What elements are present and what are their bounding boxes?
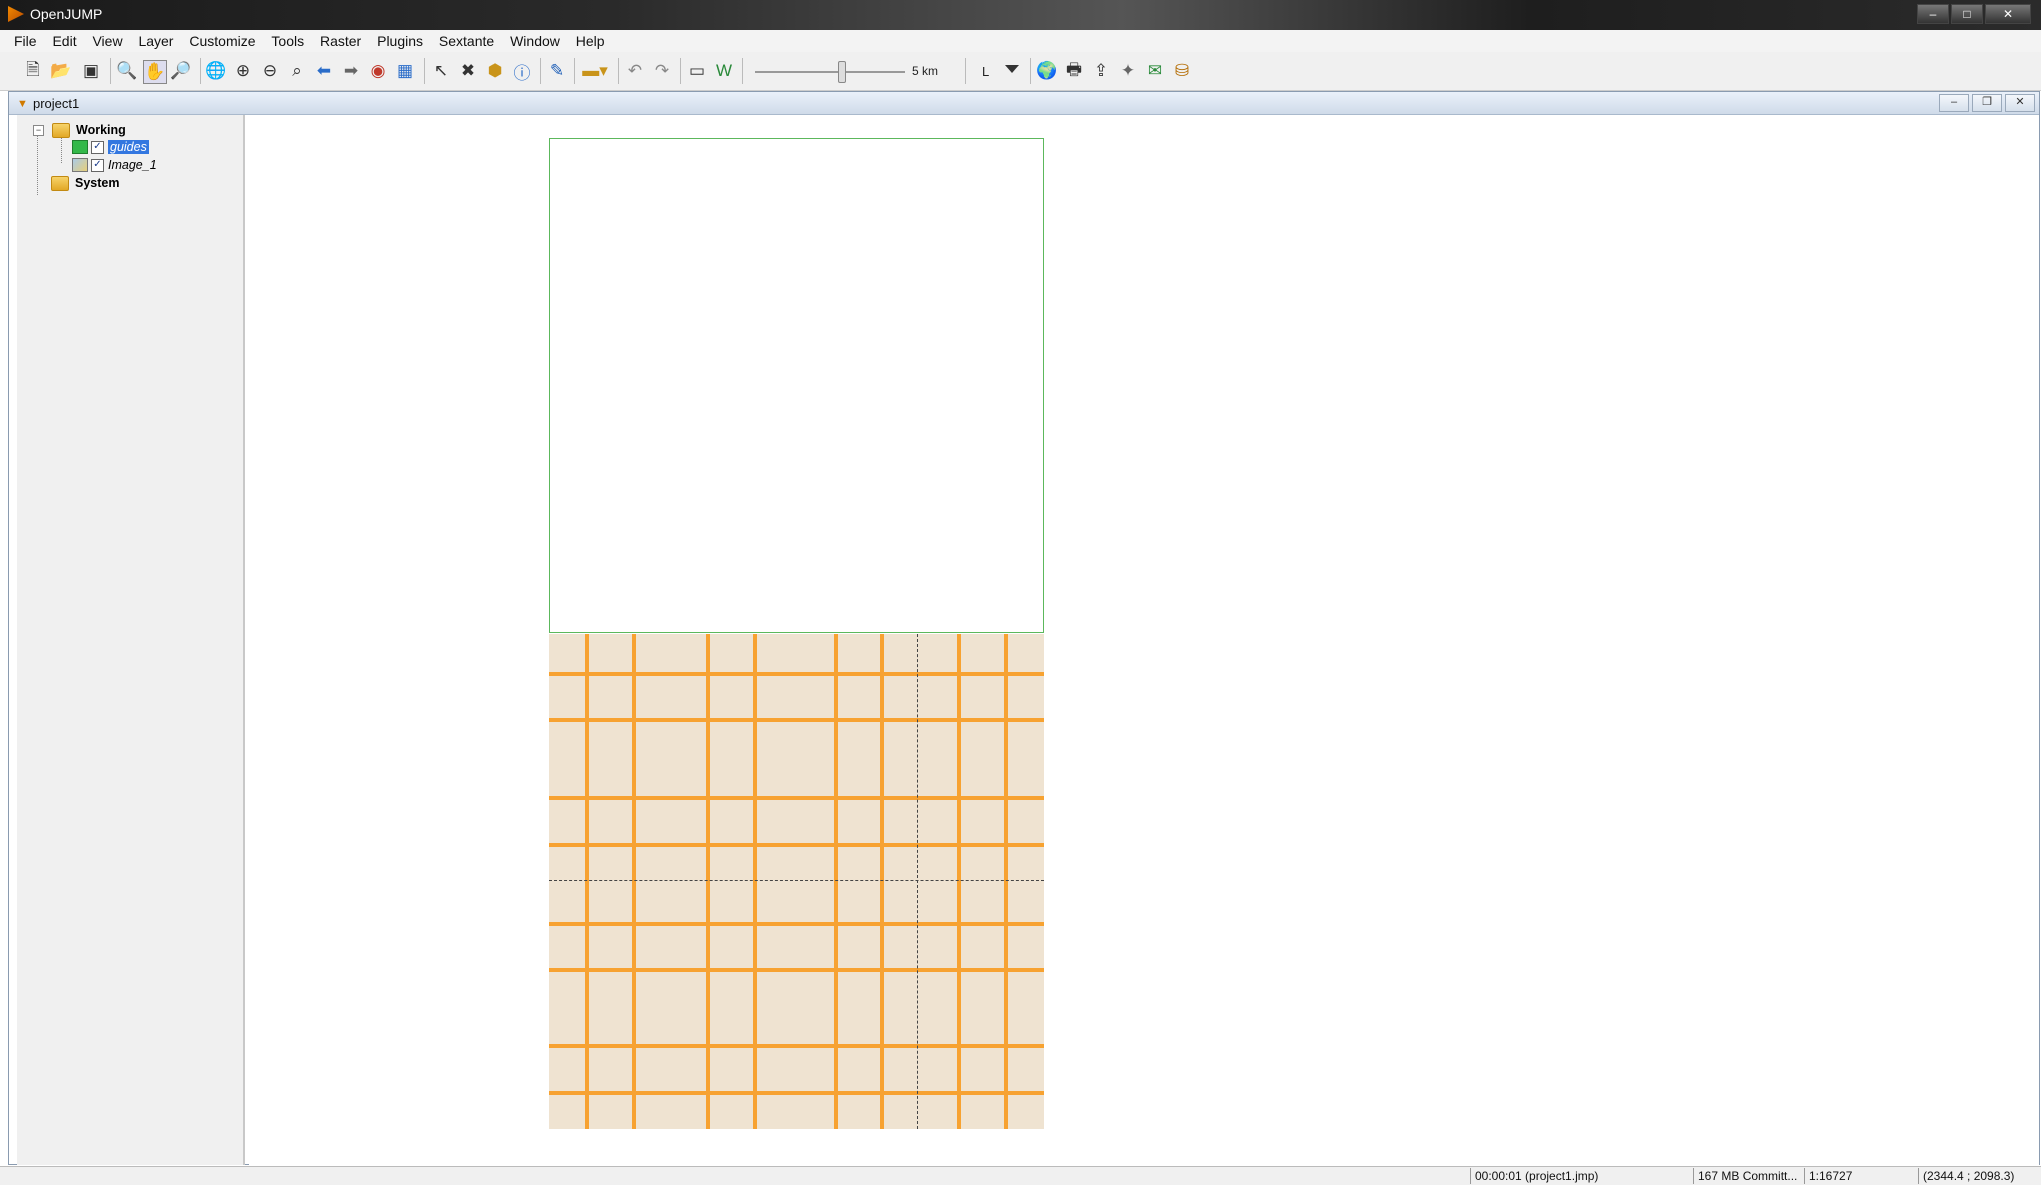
edit-icon[interactable]: ✎ bbox=[546, 60, 568, 82]
openjump-logo-icon bbox=[8, 6, 24, 22]
tree-category-working[interactable]: − Working bbox=[33, 121, 126, 139]
frame-minimize-button[interactable]: – bbox=[1939, 94, 1969, 112]
status-time: 00:00:01 (project1.jmp) bbox=[1470, 1168, 1693, 1184]
tree-layer-guides[interactable]: ✓ guides bbox=[72, 138, 149, 156]
redo-icon[interactable]: ↷ bbox=[651, 60, 673, 82]
feature-box-icon[interactable]: ⬢ bbox=[484, 60, 506, 82]
image-layer-icon bbox=[72, 158, 88, 172]
minimize-button[interactable]: – bbox=[1917, 4, 1949, 24]
layer-label: guides bbox=[108, 140, 149, 154]
window-title: OpenJUMP bbox=[30, 6, 103, 22]
undo-icon[interactable]: ↶ bbox=[624, 60, 646, 82]
fence-icon[interactable]: ▭ bbox=[686, 60, 708, 82]
export-icon[interactable]: ⇪ bbox=[1090, 60, 1112, 82]
menu-view[interactable]: View bbox=[86, 33, 128, 49]
status-scale: 1:16727 bbox=[1804, 1168, 1919, 1184]
folder-open-icon bbox=[52, 122, 70, 138]
image-layer-raster[interactable] bbox=[549, 634, 1044, 1129]
zoom-in-icon[interactable]: ⊕ bbox=[232, 60, 254, 82]
menu-layer[interactable]: Layer bbox=[132, 33, 179, 49]
scale-slider-track bbox=[755, 71, 905, 73]
guides-feature-box[interactable] bbox=[549, 138, 1044, 633]
database-icon[interactable]: ⛁ bbox=[1171, 60, 1193, 82]
menu-sextante[interactable]: Sextante bbox=[433, 33, 500, 49]
menu-help[interactable]: Help bbox=[570, 33, 611, 49]
zoom-prev-icon[interactable]: ⌕ bbox=[286, 60, 308, 82]
status-memory: 167 MB Committ... bbox=[1693, 1168, 1803, 1184]
save-icon[interactable]: ▣ bbox=[80, 60, 102, 82]
layer-label: Image_1 bbox=[108, 158, 157, 172]
new-project-icon[interactable]: 🗎 bbox=[22, 60, 44, 82]
layer-visibility-checkbox[interactable]: ✓ bbox=[91, 158, 104, 172]
zoom-out-icon[interactable]: ⊖ bbox=[259, 60, 281, 82]
scale-text: 5 km bbox=[912, 64, 939, 78]
compass-icon[interactable]: ✦ bbox=[1117, 60, 1139, 82]
vector-layer-icon bbox=[72, 140, 88, 154]
grid-icon[interactable]: ▦ bbox=[394, 60, 416, 82]
print-icon[interactable]: 🖶 bbox=[1063, 60, 1085, 82]
select-icon[interactable]: ↖ bbox=[430, 60, 452, 82]
forward-arrow-icon[interactable]: ➡ bbox=[340, 60, 362, 82]
delete-icon[interactable]: ✖ bbox=[457, 60, 479, 82]
project-icon: ▼ bbox=[17, 98, 28, 110]
wms-icon[interactable]: W bbox=[713, 60, 735, 82]
menu-bar: File Edit View Layer Customize Tools Ras… bbox=[0, 30, 2041, 53]
status-coords: (2344.4 ; 2098.3) bbox=[1918, 1168, 2038, 1184]
dashed-vertical-guide bbox=[917, 634, 918, 1129]
wfs-icon[interactable]: ✉ bbox=[1144, 60, 1166, 82]
layer-tree-panel: − Working ✓ guides ✓ Image_1 System bbox=[17, 115, 245, 1165]
tree-category-system[interactable]: System bbox=[51, 174, 119, 192]
menu-tools[interactable]: Tools bbox=[265, 33, 310, 49]
back-arrow-icon[interactable]: ⬅ bbox=[313, 60, 335, 82]
measure-icon[interactable]: ▬▾ bbox=[580, 60, 610, 82]
menu-customize[interactable]: Customize bbox=[183, 33, 261, 49]
category-label: Working bbox=[76, 123, 126, 137]
menu-raster[interactable]: Raster bbox=[314, 33, 367, 49]
category-label: System bbox=[75, 176, 120, 190]
toolbar: 🗎 📂 ▣ 🔍 ✋ 🔎 🌐 ⊕ ⊖ ⌕ ⬅ ➡ ◉ ▦ ↖ ✖ ⬢ ⓘ ✎ ▬▾… bbox=[0, 52, 2041, 91]
menu-plugins[interactable]: Plugins bbox=[371, 33, 429, 49]
info-icon[interactable]: ⓘ bbox=[511, 60, 533, 83]
map-view[interactable] bbox=[249, 115, 2039, 1165]
scale-slider-thumb[interactable] bbox=[838, 61, 846, 83]
zoom-tool-icon[interactable]: 🔎 bbox=[170, 60, 192, 82]
open-icon[interactable]: 📂 bbox=[50, 60, 72, 82]
status-bar: 00:00:01 (project1.jmp) 167 MB Committ..… bbox=[0, 1166, 2041, 1185]
globe-icon[interactable]: 🌐 bbox=[205, 60, 227, 82]
frame-restore-button[interactable]: ❐ bbox=[1972, 94, 2002, 112]
zoom-layer-icon[interactable]: ◉ bbox=[367, 60, 389, 82]
menu-file[interactable]: File bbox=[8, 33, 43, 49]
combo-value[interactable]: L bbox=[982, 64, 989, 79]
chevron-down-icon[interactable] bbox=[1005, 65, 1019, 73]
layer-color-icon[interactable]: 🌍 bbox=[1036, 60, 1058, 82]
layer-visibility-checkbox[interactable]: ✓ bbox=[91, 140, 104, 154]
frame-close-button[interactable]: ✕ bbox=[2005, 94, 2035, 112]
project-frame-title-bar: ▼ project1 – ❐ ✕ bbox=[9, 92, 2039, 115]
collapse-icon[interactable]: − bbox=[33, 124, 44, 136]
title-bar: OpenJUMP – □ ✕ bbox=[0, 0, 2041, 30]
pan-icon[interactable]: ✋ bbox=[143, 60, 167, 84]
close-button[interactable]: ✕ bbox=[1985, 4, 2031, 24]
project-title: project1 bbox=[33, 96, 80, 111]
menu-edit[interactable]: Edit bbox=[46, 33, 82, 49]
folder-icon bbox=[51, 175, 69, 191]
maximize-button[interactable]: □ bbox=[1951, 4, 1983, 24]
dashed-horizontal-guide bbox=[549, 880, 1044, 881]
menu-window[interactable]: Window bbox=[504, 33, 566, 49]
zoom-icon[interactable]: 🔍 bbox=[116, 60, 138, 82]
tree-layer-image[interactable]: ✓ Image_1 bbox=[72, 156, 157, 174]
